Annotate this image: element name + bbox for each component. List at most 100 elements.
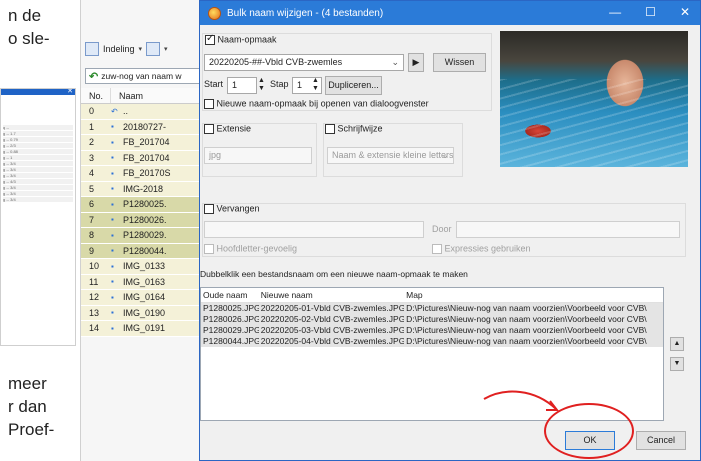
name-format-input[interactable]: 20220205-##-Vbld CVB-zwemles ⌄ bbox=[204, 54, 404, 71]
insert-token-button[interactable]: ▶ bbox=[408, 53, 424, 72]
file-row-number: 9 bbox=[89, 245, 95, 256]
extension-checkbox[interactable] bbox=[204, 123, 214, 134]
move-up-button[interactable]: ▲ bbox=[670, 337, 684, 351]
case-sensitive-option[interactable]: Hoofdletter-gevoelig bbox=[204, 243, 297, 254]
image-file-icon: ▪ bbox=[111, 215, 114, 225]
file-row-name: FB_201704 bbox=[123, 152, 170, 163]
replace-by-input[interactable] bbox=[456, 221, 680, 238]
case-select[interactable]: Naam & extensie kleine letters ⌄ bbox=[327, 147, 454, 164]
file-row[interactable]: 11 ▪ IMG_0163 bbox=[81, 274, 205, 290]
step-label: Stap bbox=[270, 79, 289, 89]
thumbnail-row: g -- 1.7 bbox=[3, 131, 73, 136]
arrow-down-icon: ▼ bbox=[673, 360, 681, 367]
layout-icon[interactable] bbox=[85, 42, 99, 56]
file-row[interactable]: 1 ▪ 20180727- bbox=[81, 119, 205, 135]
find-input[interactable] bbox=[204, 221, 424, 238]
replace-checkbox[interactable] bbox=[204, 203, 214, 214]
extension-value: jpg bbox=[209, 150, 222, 160]
file-row[interactable]: 9 ▪ P1280044. bbox=[81, 243, 205, 259]
step-spinner-arrows-icon[interactable]: ▲ ▼ bbox=[312, 77, 319, 93]
file-row[interactable]: 2 ▪ FB_201704 bbox=[81, 135, 205, 151]
folder-up-icon[interactable]: ↶ bbox=[89, 70, 98, 83]
column-header-old-name[interactable]: Oude naam bbox=[201, 288, 259, 302]
extension-label: Extensie bbox=[216, 123, 252, 134]
case-checkbox[interactable] bbox=[325, 123, 335, 134]
file-row[interactable]: 13 ▪ IMG_0190 bbox=[81, 305, 205, 321]
file-manager-toolbar: Indeling ▾ ▾ bbox=[81, 38, 205, 60]
file-row-number: 1 bbox=[89, 121, 95, 132]
results-row[interactable]: P1280026.JPG 20220205-02-Vbld CVB-zwemles… bbox=[201, 314, 663, 325]
column-header-folder[interactable]: Map bbox=[404, 288, 663, 302]
file-row[interactable]: 5 ▪ IMG-2018 bbox=[81, 181, 205, 197]
extension-option[interactable]: Extensie bbox=[204, 123, 251, 134]
file-row-number: 11 bbox=[89, 276, 99, 287]
file-row-name: IMG_0190 bbox=[123, 307, 166, 318]
file-row[interactable]: 10 ▪ IMG_0133 bbox=[81, 259, 205, 275]
clear-button[interactable]: Wissen bbox=[433, 53, 486, 72]
file-row[interactable]: 8 ▪ P1280029. bbox=[81, 228, 205, 244]
chevron-down-icon[interactable]: ⌄ bbox=[391, 55, 399, 70]
result-old-name: P1280029.JPG bbox=[203, 325, 259, 335]
file-row[interactable]: 14 ▪ IMG_0191 bbox=[81, 321, 205, 337]
result-old-name: P1280026.JPG bbox=[203, 314, 259, 324]
file-list-header: No. Naam bbox=[81, 88, 205, 104]
replace-option[interactable]: Vervangen bbox=[204, 203, 260, 214]
file-row-number: 5 bbox=[89, 183, 95, 194]
results-row[interactable]: P1280044.JPG 20220205-04-Vbld CVB-zwemles… bbox=[201, 336, 663, 347]
column-header-no[interactable]: No. bbox=[81, 88, 111, 103]
replace-by-label: Door bbox=[432, 224, 452, 234]
rename-preview-table[interactable]: Oude naam Nieuwe naam Map P1280025.JPG 20… bbox=[200, 287, 664, 421]
regex-option[interactable]: Expressies gebruiken bbox=[432, 243, 531, 254]
name-format-option[interactable]: Naam-opmaak bbox=[205, 33, 277, 45]
results-row[interactable]: P1280025.JPG 20220205-01-Vbld CVB-zwemles… bbox=[201, 303, 663, 314]
image-file-icon: ▪ bbox=[111, 292, 114, 302]
file-row[interactable]: 7 ▪ P1280026. bbox=[81, 212, 205, 228]
image-file-icon: ▪ bbox=[111, 230, 114, 240]
thumbnail-row: g -- 3/4 bbox=[3, 161, 73, 166]
column-header-new-name[interactable]: Nieuwe naam bbox=[259, 288, 404, 302]
file-row-number: 13 bbox=[89, 307, 100, 318]
case-sensitive-checkbox[interactable] bbox=[204, 243, 214, 254]
embedded-screenshot-thumbnail: ✕ q -- g -- 1.7 g -- 0.79 g -- 2/3 g -- 0.88… bbox=[0, 88, 76, 346]
bulk-rename-dialog: Bulk naam wijzigen - (4 bestanden) — ☐ ✕… bbox=[199, 0, 701, 461]
move-down-button[interactable]: ▼ bbox=[670, 357, 684, 371]
file-row-number: 2 bbox=[89, 137, 95, 148]
image-file-icon: ▪ bbox=[111, 323, 114, 333]
document-fragment: o sle- bbox=[8, 29, 50, 48]
new-on-open-option[interactable]: Nieuwe naam-opmaak bij openen van dialoo… bbox=[204, 98, 429, 109]
new-on-open-checkbox[interactable] bbox=[204, 98, 214, 109]
document-fragment: meer bbox=[8, 374, 47, 393]
file-row-number: 4 bbox=[89, 168, 95, 179]
minimize-icon[interactable]: — bbox=[609, 5, 621, 19]
cancel-button[interactable]: Cancel bbox=[636, 431, 686, 450]
file-row[interactable]: 12 ▪ IMG_0164 bbox=[81, 290, 205, 306]
file-manager-pane: Indeling ▾ ▾ ↶ zuw-nog van naam w No. Na… bbox=[80, 0, 205, 461]
results-row[interactable]: P1280029.JPG 20220205-03-Vbld CVB-zwemles… bbox=[201, 325, 663, 336]
file-row[interactable]: 3 ▪ FB_201704 bbox=[81, 150, 205, 166]
arrow-up-icon: ▲ bbox=[673, 340, 681, 347]
chevron-down-icon[interactable]: ▾ bbox=[164, 45, 168, 53]
file-row[interactable]: 6 ▪ P1280025. bbox=[81, 197, 205, 213]
regex-checkbox[interactable] bbox=[432, 243, 442, 254]
result-old-name: P1280044.JPG bbox=[203, 336, 259, 346]
name-format-checkbox[interactable] bbox=[205, 33, 215, 45]
chevron-down-icon[interactable]: ▾ bbox=[139, 45, 143, 53]
chevron-down-icon[interactable]: ⌄ bbox=[441, 148, 449, 163]
thumbnail-row: g -- 3/4 bbox=[3, 185, 73, 190]
close-icon[interactable]: ✕ bbox=[680, 5, 690, 19]
thumbnail-row: g -- 0.88 bbox=[3, 149, 73, 154]
file-row[interactable]: 0 ↶.. bbox=[81, 104, 205, 120]
annotation-highlight-circle bbox=[544, 403, 634, 459]
column-header-name[interactable]: Naam bbox=[111, 88, 143, 103]
extension-input[interactable]: jpg bbox=[204, 147, 312, 164]
case-option[interactable]: Schrijfwijze bbox=[325, 123, 383, 134]
dialog-title-bar: Bulk naam wijzigen - (4 bestanden) — ☐ ✕ bbox=[200, 1, 700, 25]
path-field[interactable]: ↶ zuw-nog van naam w bbox=[85, 68, 203, 84]
maximize-icon[interactable]: ☐ bbox=[645, 5, 656, 19]
duplicate-button[interactable]: Dupliceren... bbox=[325, 76, 382, 95]
file-row[interactable]: 4 ▪ FB_20170S bbox=[81, 166, 205, 182]
layout-menu-button[interactable]: Indeling bbox=[103, 44, 135, 54]
start-spinner-arrows-icon[interactable]: ▲ ▼ bbox=[258, 77, 265, 93]
start-spinner[interactable]: 1 bbox=[227, 77, 257, 94]
view-mode-icon[interactable] bbox=[146, 42, 161, 56]
